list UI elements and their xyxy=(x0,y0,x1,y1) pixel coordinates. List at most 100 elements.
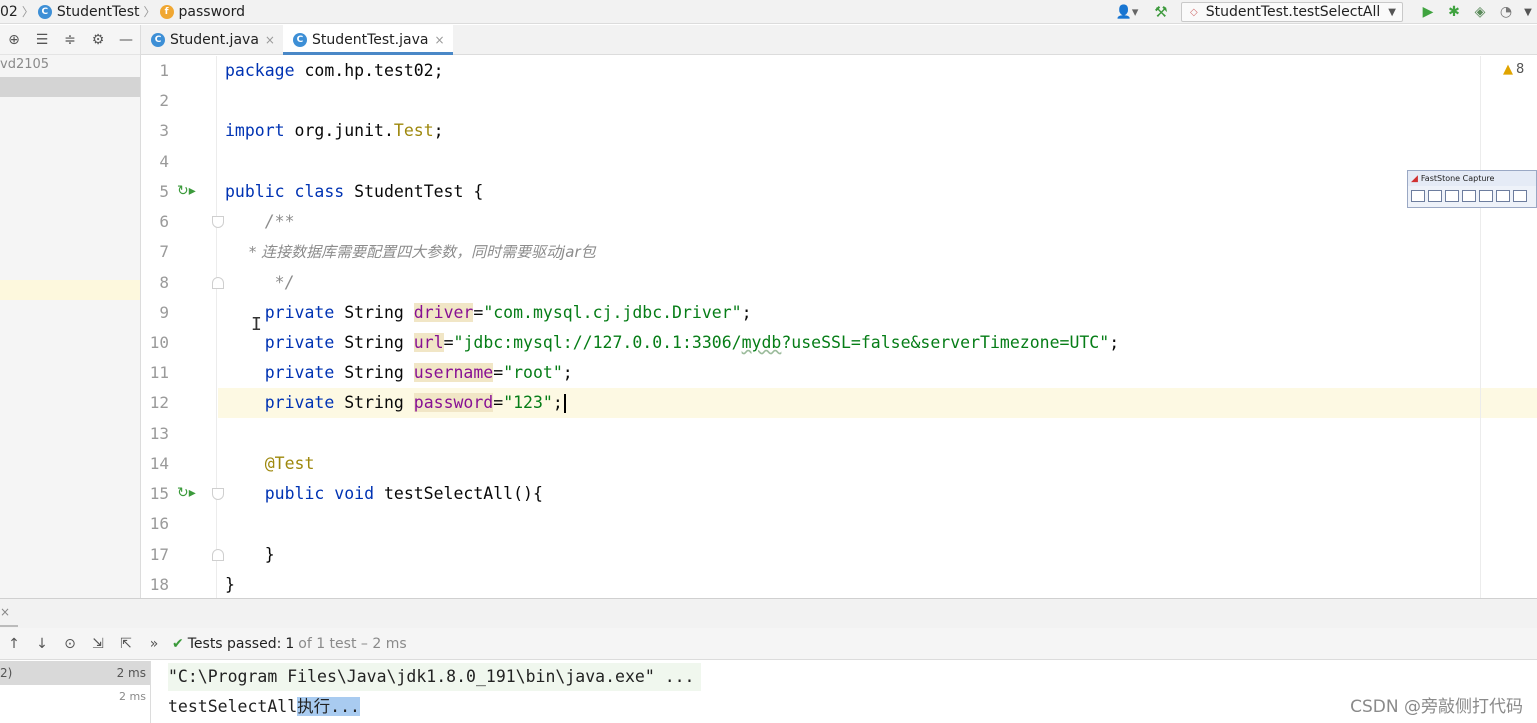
project-tree-selected-row[interactable] xyxy=(0,77,140,97)
console-line-output: testSelectAll执行... xyxy=(168,693,360,721)
field-name: url xyxy=(413,333,444,352)
export-icon[interactable]: ⇱ xyxy=(112,636,140,652)
line-number: 12 xyxy=(149,393,169,412)
capture-rect-icon[interactable] xyxy=(1462,190,1476,202)
console-output[interactable]: "C:\Program Files\Java\jdk1.8.0_191\bin\… xyxy=(152,661,1537,723)
arrow-up-icon[interactable]: ↑ xyxy=(0,636,28,652)
breadcrumb-item-field[interactable]: f password xyxy=(159,0,246,24)
run-test-method-icon[interactable]: ↻▸ xyxy=(177,484,196,502)
faststone-toolbar xyxy=(1408,186,1536,206)
coverage-icon[interactable]: ◈ xyxy=(1467,2,1493,22)
line-number: 2 xyxy=(159,91,169,110)
capture-fullscreen-icon[interactable] xyxy=(1496,190,1510,202)
capture-window-icon[interactable] xyxy=(1428,190,1442,202)
run-toolbar-top: 👤▾ ⚒ ◇ StudentTest.testSelectAll ▼ ▶ ✱ ◈… xyxy=(1113,0,1537,24)
warning-icon: ▲ xyxy=(1503,62,1513,77)
field-name: password xyxy=(413,393,494,412)
open-icon[interactable] xyxy=(1411,190,1425,202)
run-configuration-select[interactable]: ◇ StudentTest.testSelectAll ▼ xyxy=(1181,2,1403,22)
minimize-icon[interactable]: — xyxy=(112,32,140,48)
code-text: = xyxy=(493,363,504,382)
method-icon: ◇ xyxy=(1190,6,1198,18)
breadcrumb-item-package[interactable]: 02 xyxy=(0,0,18,24)
tab-label: StudentTest.java xyxy=(311,31,429,48)
tab-student-java[interactable]: C Student.java × xyxy=(141,25,283,54)
project-tree-item[interactable]: vd2105 xyxy=(0,57,49,72)
code-line-18: } xyxy=(225,575,235,594)
capture-freehand-icon[interactable] xyxy=(1479,190,1493,202)
warning-count: 8 xyxy=(1516,62,1525,77)
close-icon[interactable]: × xyxy=(265,33,275,47)
project-panel: ⊕ ☰ ≑ ⚙ — vd2105 xyxy=(0,25,141,599)
fold-close-icon[interactable] xyxy=(212,277,224,289)
tab-label: Student.java xyxy=(170,31,259,48)
active-tab-indicator xyxy=(0,625,18,627)
breadcrumb-label: password xyxy=(178,3,246,20)
code-editor[interactable]: 1 2 3 4 5 6 7 8 9 10 11 12 13 14 15 16 1… xyxy=(141,56,1537,598)
code-line-7: * 连接数据库需要配置四大参数，同时需要驱动jar包 xyxy=(225,243,596,261)
line-number: 13 xyxy=(149,424,169,443)
hammer-icon[interactable]: ⚒ xyxy=(1151,3,1171,21)
console-line-command: "C:\Program Files\Java\jdk1.8.0_191\bin\… xyxy=(168,663,701,691)
line-number: 17 xyxy=(149,545,169,564)
code-text: = xyxy=(493,393,504,412)
editor-tabbar: C Student.java × C StudentTest.java × xyxy=(141,25,1537,55)
code-text: ; xyxy=(1109,333,1120,352)
expand-all-icon[interactable]: ☰ xyxy=(28,32,56,48)
chevron-right-icon: 〉 xyxy=(143,5,156,19)
arrow-down-icon[interactable]: ↓ xyxy=(28,636,56,652)
profile-icon[interactable]: ◔ xyxy=(1493,2,1519,22)
code-line-9: private String driver="com.mysql.cj.jdbc… xyxy=(225,298,752,328)
line-number: 15 xyxy=(149,484,169,503)
faststone-title-bar[interactable]: ◢ FastStone Capture xyxy=(1408,171,1536,186)
close-icon[interactable]: × xyxy=(434,33,444,47)
locate-icon[interactable]: ⊕ xyxy=(0,32,28,48)
class-reference: Test xyxy=(393,121,434,140)
fold-open-icon[interactable] xyxy=(212,488,224,500)
string-literal: "com.mysql.cj.jdbc.Driver" xyxy=(483,303,742,322)
run-configuration-label: StudentTest.testSelectAll xyxy=(1205,4,1381,20)
chevron-down-icon: ▼ xyxy=(1388,6,1396,18)
fold-open-icon[interactable] xyxy=(212,216,224,228)
capture-scroll-icon[interactable] xyxy=(1513,190,1527,202)
keyword: private xyxy=(225,363,335,382)
test-tree-row[interactable]: 2 ms xyxy=(0,685,150,709)
line-number: 7 xyxy=(159,242,169,261)
debug-icon[interactable]: ✱ xyxy=(1441,2,1467,22)
code-line-12: private String password="123"; xyxy=(225,388,566,418)
collapse-all-icon[interactable]: ≑ xyxy=(56,32,84,48)
more-icon[interactable]: » xyxy=(140,636,168,652)
gear-icon[interactable]: ⚙ xyxy=(84,32,112,48)
breadcrumb-label: StudentTest xyxy=(56,3,140,20)
text-caret xyxy=(563,394,566,413)
chevron-down-icon[interactable]: ▼ xyxy=(1519,2,1537,22)
line-number: 1 xyxy=(159,61,169,80)
project-toolbar: ⊕ ☰ ≑ ⚙ — xyxy=(0,25,140,55)
test-tree-label: 2) xyxy=(0,666,13,680)
navigation-bar: 02 〉 C StudentTest 〉 f password 👤▾ ⚒ ◇ S… xyxy=(0,0,1537,24)
code-line-10: private String url="jdbc:mysql://127.0.0… xyxy=(225,328,1119,358)
faststone-title: FastStone Capture xyxy=(1420,174,1495,183)
code-line-17: } xyxy=(225,545,275,564)
code-text: ; xyxy=(433,121,444,140)
code-text: com.hp.test02; xyxy=(294,61,444,80)
code-text: String xyxy=(334,333,414,352)
fold-close-icon[interactable] xyxy=(212,549,224,561)
code-text: ; xyxy=(552,393,563,412)
inspection-widget[interactable]: ▲ 8 xyxy=(1503,62,1524,77)
test-tree-row[interactable]: 2) 2 ms xyxy=(0,661,150,685)
code-line-11: private String username="root"; xyxy=(225,358,573,388)
import-icon[interactable]: ⇲ xyxy=(84,636,112,652)
test-status-prefix: Tests passed: xyxy=(187,635,282,652)
history-icon[interactable]: ⊙ xyxy=(56,636,84,652)
tab-studenttest-java[interactable]: C StudentTest.java × xyxy=(282,25,453,55)
code-line-5: public class StudentTest { xyxy=(225,177,483,207)
faststone-capture-widget[interactable]: ◢ FastStone Capture xyxy=(1407,170,1537,208)
breadcrumb-item-class[interactable]: C StudentTest xyxy=(37,0,140,24)
code-text: StudentTest { xyxy=(344,182,484,201)
close-icon[interactable]: × xyxy=(0,605,10,619)
user-icon[interactable]: 👤▾ xyxy=(1113,5,1141,20)
run-test-class-icon[interactable]: ↻▸ xyxy=(177,182,196,200)
capture-object-icon[interactable] xyxy=(1445,190,1459,202)
run-icon[interactable]: ▶ xyxy=(1415,2,1441,22)
